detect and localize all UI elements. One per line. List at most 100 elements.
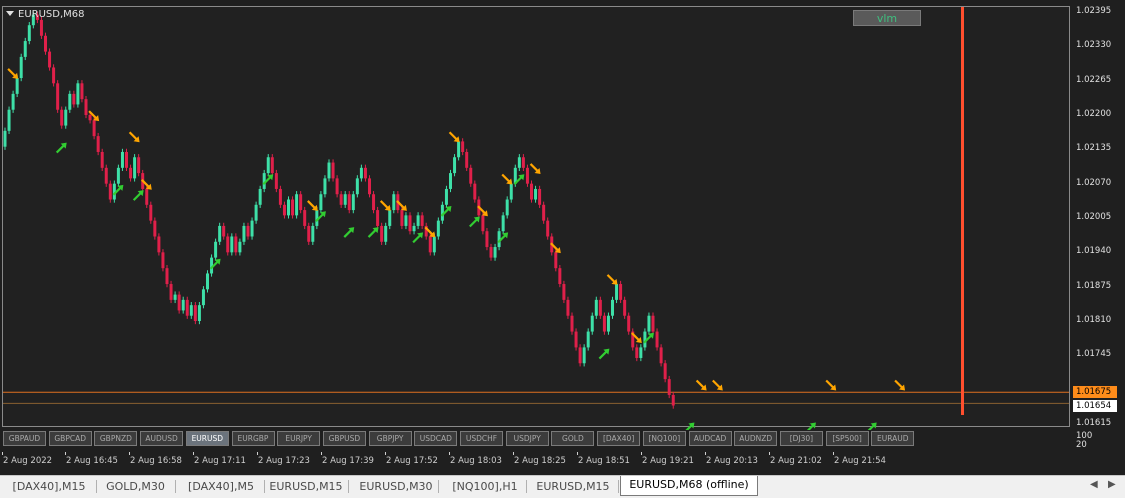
candle-body — [586, 331, 590, 348]
candle-body — [15, 78, 19, 94]
sell-arrow-icon — [529, 163, 541, 174]
candle-body — [246, 225, 250, 237]
vlm-indicator-button[interactable]: vlm — [853, 10, 921, 26]
symbol-button-audcad[interactable]: AUDCAD — [688, 431, 732, 446]
candle-body — [404, 215, 408, 226]
candle-body — [193, 305, 197, 321]
sell-arrow-icon — [128, 131, 140, 143]
candle-body — [323, 178, 327, 195]
candle-body — [27, 25, 31, 42]
candle-body — [287, 199, 290, 216]
candle-body — [598, 299, 602, 316]
candle-body — [667, 379, 671, 395]
candle-body — [606, 315, 610, 332]
candle-body — [64, 109, 68, 126]
symbol-button-gbpcad[interactable]: GBPCAD — [48, 431, 92, 446]
candle-body — [201, 289, 205, 306]
tab-eurusd-m30[interactable]: EURUSD,M30 — [356, 478, 436, 495]
symbol-button-gbpjpy[interactable]: GBPJPY — [368, 431, 412, 446]
dropdown-triangle-icon[interactable] — [6, 11, 14, 16]
candle-body — [392, 194, 396, 211]
candle-body — [473, 183, 477, 200]
time-axis-tick: 2 Aug 21:54 — [834, 456, 886, 466]
candle-body — [457, 141, 461, 158]
time-axis-tick-mark — [257, 452, 258, 455]
time-axis-tick: 2 Aug 18:51 — [578, 456, 630, 466]
candle-body — [627, 315, 631, 332]
time-axis-tick: 2 Aug 17:11 — [194, 456, 246, 466]
symbol-button-usdcad[interactable]: USDCAD — [414, 431, 458, 446]
price-axis-tick: 1.02265 — [1076, 74, 1112, 85]
tab-separator — [175, 480, 176, 493]
candle-body — [639, 347, 643, 358]
tab--nq100--h1[interactable]: [NQ100],H1 — [446, 478, 524, 495]
tab-eurusd-m15[interactable]: EURUSD,M15 — [266, 478, 346, 495]
tab-separator — [96, 480, 97, 493]
candle-body — [578, 347, 582, 364]
symbol-button-audnzd[interactable]: AUDNZD — [734, 431, 778, 446]
symbol-title: EURUSD,M68 — [6, 9, 84, 20]
candle-body — [355, 178, 359, 195]
symbol-button-sp500[interactable]: [SP500] — [825, 431, 869, 446]
candle-body — [72, 93, 76, 105]
candle-body — [615, 284, 619, 300]
tab-eurusd-m15[interactable]: EURUSD,M15 — [530, 478, 616, 495]
price-axis-tick: 1.01810 — [1076, 315, 1112, 325]
candle-body — [153, 220, 157, 237]
price-axis-tick: 1.01745 — [1076, 349, 1112, 360]
sell-arrow-icon — [606, 274, 618, 285]
symbol-button-gbpnzd[interactable]: GBPNZD — [94, 431, 138, 446]
tab-eurusd-m68--offline-[interactable]: EURUSD,M68 (offline) — [620, 476, 758, 496]
sell-arrow-icon — [379, 200, 391, 211]
candle-body — [635, 347, 639, 358]
candle-body — [590, 315, 594, 332]
buy-arrow-icon — [806, 422, 816, 430]
price-axis-tick: 1.02395 — [1076, 6, 1112, 16]
price-axis-tick: 1.01940 — [1076, 246, 1112, 257]
symbol-button-nq100[interactable]: [NQ100] — [642, 431, 686, 446]
symbol-button-dj30[interactable]: [DJ30] — [779, 431, 823, 446]
symbol-button-dax40[interactable]: [DAX40] — [597, 431, 641, 446]
candle-body — [339, 194, 343, 205]
tab-scroll-left-icon[interactable]: ◀ — [1090, 479, 1098, 490]
tab-scroll-right-icon[interactable]: ▶ — [1108, 479, 1116, 490]
symbol-button-gold[interactable]: GOLD — [551, 431, 595, 446]
candle-body — [222, 225, 226, 237]
time-axis: 2 Aug 2022 2 Aug 16:45 2 Aug 16:58 2 Aug 17… — [0, 452, 1070, 472]
symbol-button-gbpaud[interactable]: GBPAUD — [3, 431, 46, 446]
candle-body — [48, 51, 52, 68]
symbol-button-audusd[interactable]: AUDUSD — [140, 431, 184, 446]
symbol-button-usdjpy[interactable]: USDJPY — [505, 431, 549, 446]
vertical-marker-line[interactable] — [961, 7, 964, 415]
time-axis-tick: 2 Aug 17:52 — [386, 456, 438, 466]
sell-arrow-icon — [712, 379, 723, 391]
candle-body — [161, 252, 165, 269]
symbol-button-usdchf[interactable]: USDCHF — [460, 431, 503, 446]
candle-body — [485, 231, 489, 248]
candle-body — [303, 210, 307, 226]
candle-body — [558, 268, 562, 285]
price-axis-tick: 1.02070 — [1076, 177, 1112, 188]
candle-body — [68, 93, 72, 110]
time-axis-tick: 2 Aug 16:45 — [66, 456, 118, 466]
symbol-button-gbpusd[interactable]: GBPUSD — [322, 431, 366, 446]
symbol-button-eurusd[interactable]: EURUSD — [185, 431, 229, 446]
sell-arrow-icon — [448, 131, 460, 143]
symbol-button-eurgbp[interactable]: EURGBP — [231, 431, 275, 446]
candle-body — [469, 167, 473, 184]
candle-body — [44, 35, 47, 52]
tab--dax40--m15[interactable]: [DAX40],M15 — [4, 478, 94, 495]
candle-body — [570, 315, 574, 332]
tab-separator — [618, 480, 619, 493]
candle-body — [173, 294, 177, 300]
symbol-button-eurjpy[interactable]: EURJPY — [277, 431, 321, 446]
tab--dax40--m5[interactable]: [DAX40],M5 — [180, 478, 262, 495]
candle-body — [651, 315, 655, 332]
symbol-button-euraud[interactable]: EURAUD — [871, 431, 915, 446]
candle-body — [84, 99, 88, 115]
candle-body — [88, 115, 92, 121]
candle-body — [100, 151, 104, 168]
candle-body — [611, 299, 614, 316]
candle-body — [319, 194, 323, 211]
tab-gold-m30[interactable]: GOLD,M30 — [98, 478, 173, 495]
